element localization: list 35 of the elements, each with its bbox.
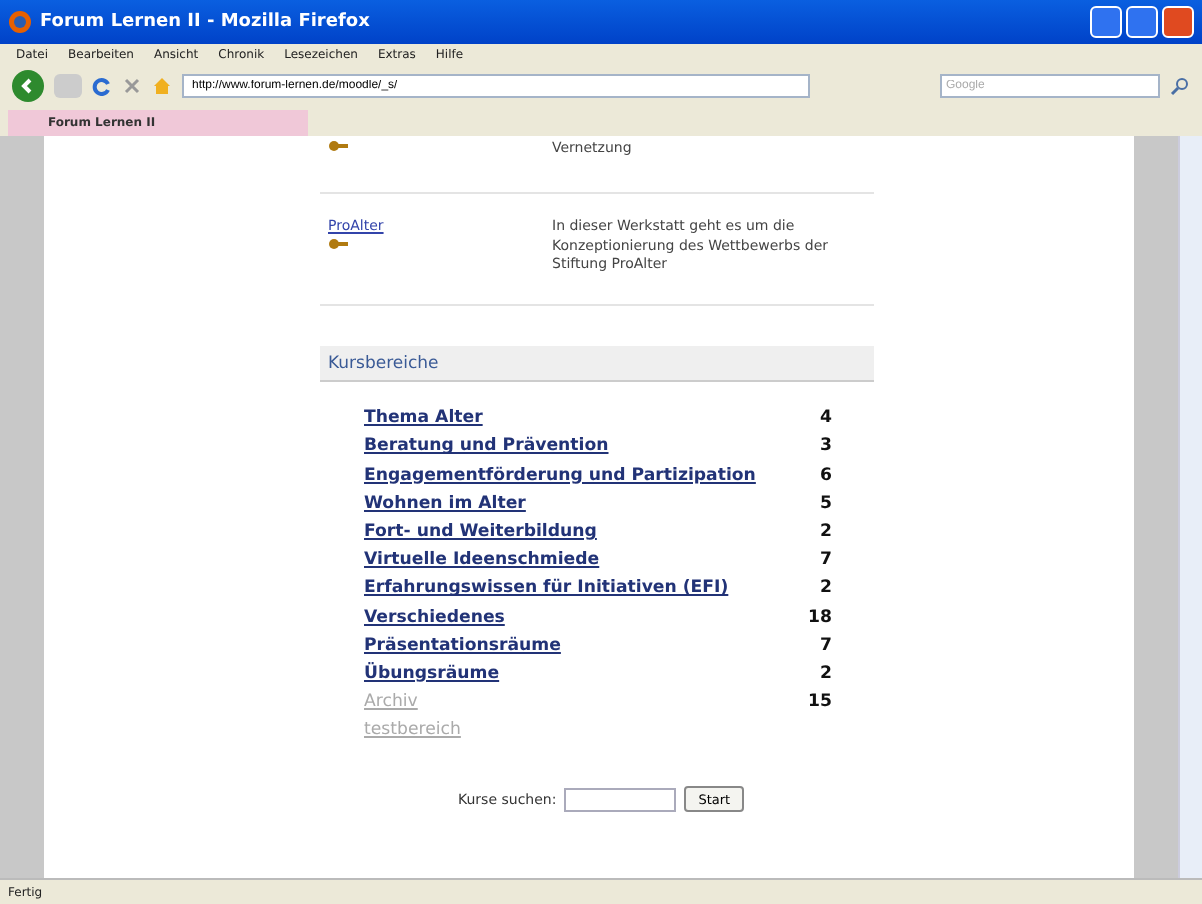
maximize-button[interactable] — [1126, 6, 1158, 38]
close-icon[interactable] — [122, 75, 142, 95]
category-link[interactable]: Engagementförderung und Partizipation — [364, 465, 756, 486]
search-icon[interactable] — [1170, 75, 1190, 95]
key-icon — [328, 140, 348, 152]
course-count: 3 — [820, 436, 832, 457]
course-count: 2 — [820, 578, 832, 599]
course-count: 2 — [820, 522, 832, 543]
category-link[interactable]: Beratung und Prävention — [364, 436, 609, 457]
category-link[interactable]: Thema Alter — [364, 408, 483, 429]
course-count: 2 — [820, 663, 832, 684]
back-button[interactable] — [12, 69, 44, 101]
minimize-button[interactable] — [1090, 6, 1122, 38]
course-search-field[interactable] — [564, 787, 677, 812]
course-count: 4 — [820, 408, 832, 429]
category-link[interactable]: Verschiedenes — [364, 607, 505, 628]
course-count: 18 — [808, 607, 832, 628]
course-count: 6 — [820, 465, 832, 486]
window-title: Forum Lernen II - Mozilla Firefox — [40, 12, 372, 32]
course-count: 7 — [820, 550, 832, 571]
reload-icon[interactable] — [92, 75, 112, 95]
category-link[interactable]: Präsentationsräume — [364, 635, 561, 656]
browser-logo-icon — [8, 10, 32, 34]
close-button[interactable] — [1162, 6, 1194, 38]
course-count: 15 — [808, 692, 832, 713]
category-link[interactable]: Erfahrungswissen für Initiativen (EFI) — [364, 578, 729, 599]
key-icon — [328, 237, 348, 250]
category-link[interactable]: Virtuelle Ideenschmiede — [364, 550, 600, 571]
category-link[interactable]: Übungsräume — [364, 663, 500, 684]
category-link[interactable]: Fort- und Weiterbildung — [364, 522, 597, 543]
scroll-bar[interactable] — [1178, 136, 1202, 878]
category-link[interactable]: Wohnen im Alter — [364, 493, 526, 514]
section-header: Kursbereiche — [320, 346, 874, 383]
course-count: 7 — [820, 635, 832, 656]
course-count: 5 — [820, 493, 832, 514]
